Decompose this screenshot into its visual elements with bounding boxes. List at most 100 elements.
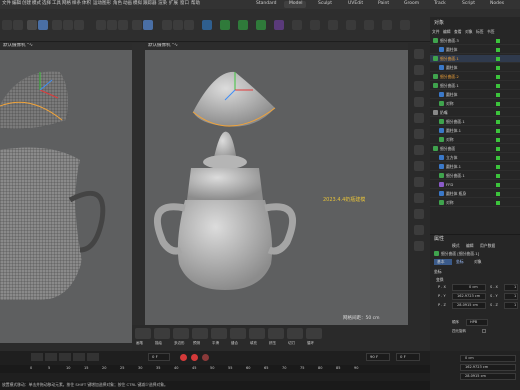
palette-icon-9[interactable] xyxy=(414,177,424,187)
enabled-check-icon[interactable] xyxy=(496,192,500,196)
enabled-check-icon[interactable] xyxy=(496,120,500,124)
enabled-check-icon[interactable] xyxy=(496,57,500,61)
object-row[interactable]: 细分曲面.2 xyxy=(430,73,520,81)
menu-select[interactable]: 选择 xyxy=(42,1,51,7)
menu-file[interactable]: 文件 xyxy=(2,1,11,7)
object-mode-icon[interactable] xyxy=(27,20,37,30)
go-start-icon[interactable] xyxy=(31,353,43,361)
record-icon[interactable] xyxy=(180,354,187,361)
layer-icon[interactable] xyxy=(382,20,392,30)
end-frame-field[interactable]: 90 F xyxy=(366,353,390,361)
undo-icon[interactable] xyxy=(2,20,12,30)
layout-script[interactable]: Script xyxy=(462,1,475,7)
palette-icon-8[interactable] xyxy=(414,161,424,171)
render-view-icon[interactable] xyxy=(173,20,183,30)
enabled-check-icon[interactable] xyxy=(496,111,500,115)
layout-track[interactable]: Track xyxy=(434,1,446,7)
pos-z-field[interactable]: 28.0915 cm xyxy=(452,302,486,309)
menu-create[interactable]: 创建 xyxy=(22,1,31,7)
om-menu-tags[interactable]: 标签 xyxy=(476,30,484,34)
stitch-tool-icon[interactable] xyxy=(230,328,246,339)
enabled-check-icon[interactable] xyxy=(496,183,500,187)
menu-tracker[interactable]: 跟踪器 xyxy=(143,1,157,7)
render-icon[interactable] xyxy=(162,20,172,30)
palette-icon-13[interactable] xyxy=(414,241,424,251)
object-row[interactable]: FFD xyxy=(430,181,520,189)
scene-icon[interactable] xyxy=(310,20,320,30)
polygons-mode-icon[interactable] xyxy=(74,20,84,30)
redo-icon[interactable] xyxy=(13,20,23,30)
viewport-right[interactable]: 默认摄像机 °∿ 2023.4.4奶瓶建模 网格间距：50 cm xyxy=(145,43,408,325)
object-row[interactable]: 细分曲面.1 xyxy=(430,172,520,180)
tab-coord[interactable]: 坐标 xyxy=(456,260,464,264)
enabled-check-icon[interactable] xyxy=(496,138,500,142)
predict-tool-icon[interactable] xyxy=(192,328,208,339)
om-menu-edit[interactable]: 编辑 xyxy=(443,30,451,34)
palette-icon-12[interactable] xyxy=(414,225,424,235)
play-icon[interactable] xyxy=(59,353,71,361)
object-row[interactable]: 对称 xyxy=(430,199,520,207)
polygon-tool-icon[interactable] xyxy=(173,328,189,339)
next-frame-icon[interactable] xyxy=(73,353,85,361)
scale-y-field[interactable]: 1 xyxy=(504,293,518,300)
object-row[interactable]: 圆柱体.1 xyxy=(430,127,520,135)
enabled-check-icon[interactable] xyxy=(496,174,500,178)
grid-icon[interactable] xyxy=(143,20,153,30)
scale-x-field[interactable]: 1 xyxy=(504,284,518,291)
palette-icon-11[interactable] xyxy=(414,209,424,219)
object-row[interactable]: 圆柱体 xyxy=(430,64,520,72)
rotate-icon[interactable] xyxy=(118,20,128,30)
pos-y-field[interactable]: 162.9723 cm xyxy=(452,293,486,300)
scale-icon[interactable] xyxy=(107,20,117,30)
object-row[interactable]: 圆柱体 xyxy=(430,91,520,99)
loop-tool-icon[interactable] xyxy=(306,328,322,339)
object-row[interactable]: 圆柱体 瓶身 xyxy=(430,190,520,198)
palette-icon-3[interactable] xyxy=(414,81,424,91)
layout-model[interactable]: Model xyxy=(289,1,303,7)
menu-volume[interactable]: 体积 xyxy=(82,1,91,7)
camera-icon[interactable] xyxy=(328,20,338,30)
object-row-selected[interactable]: 细分曲面.1 xyxy=(430,55,520,63)
menu-render[interactable]: 渲染 xyxy=(158,1,167,7)
enabled-check-icon[interactable] xyxy=(496,102,500,106)
deformer-icon[interactable] xyxy=(274,20,284,30)
object-row[interactable]: 立方体 xyxy=(430,154,520,162)
tab-object[interactable]: 对象 xyxy=(474,260,482,264)
scale-z-field[interactable]: 1 xyxy=(504,302,518,309)
start-frame-field[interactable]: 0 F xyxy=(396,353,420,361)
coord-x-field[interactable]: 0 cm xyxy=(460,355,516,362)
cloner-icon[interactable] xyxy=(256,20,266,30)
enabled-check-icon[interactable] xyxy=(496,201,500,205)
move-icon[interactable] xyxy=(96,20,106,30)
light-icon[interactable] xyxy=(346,20,356,30)
palette-icon-10[interactable] xyxy=(414,193,424,203)
menu-edit[interactable]: 编辑 xyxy=(12,1,21,7)
viewport-left[interactable]: 默认摄像机 °∿ xyxy=(0,43,132,343)
fill-tool-icon[interactable] xyxy=(249,328,265,339)
coord-z-field[interactable]: 28.0915 cm xyxy=(460,373,516,380)
palette-icon-7[interactable] xyxy=(414,145,424,155)
am-menu-userdata[interactable]: 用户数据 xyxy=(480,244,495,248)
layout-groom[interactable]: Groom xyxy=(404,1,419,7)
quaternion-checkbox[interactable] xyxy=(482,329,486,333)
key-icon[interactable] xyxy=(202,354,209,361)
menu-tools[interactable]: 工具 xyxy=(52,1,61,7)
cube-icon[interactable] xyxy=(202,20,212,30)
menu-extensions[interactable]: 扩展 xyxy=(169,1,178,7)
om-menu-object[interactable]: 对象 xyxy=(465,30,473,34)
go-end-icon[interactable] xyxy=(87,353,99,361)
object-row[interactable]: 对称 xyxy=(430,100,520,108)
enabled-check-icon[interactable] xyxy=(496,93,500,97)
menu-character[interactable]: 角色 xyxy=(113,1,122,7)
enabled-check-icon[interactable] xyxy=(496,39,500,43)
enabled-check-icon[interactable] xyxy=(496,156,500,160)
subdivision-icon[interactable] xyxy=(238,20,248,30)
enabled-check-icon[interactable] xyxy=(496,147,500,151)
layout-standard[interactable]: Standard xyxy=(256,1,276,7)
render-settings-icon[interactable] xyxy=(184,20,194,30)
spline-pen-icon[interactable] xyxy=(220,20,230,30)
tag-icon[interactable] xyxy=(364,20,374,30)
live-select-icon[interactable] xyxy=(38,20,48,30)
snap-icon[interactable] xyxy=(132,20,142,30)
menu-spline[interactable]: 样条 xyxy=(72,1,81,7)
